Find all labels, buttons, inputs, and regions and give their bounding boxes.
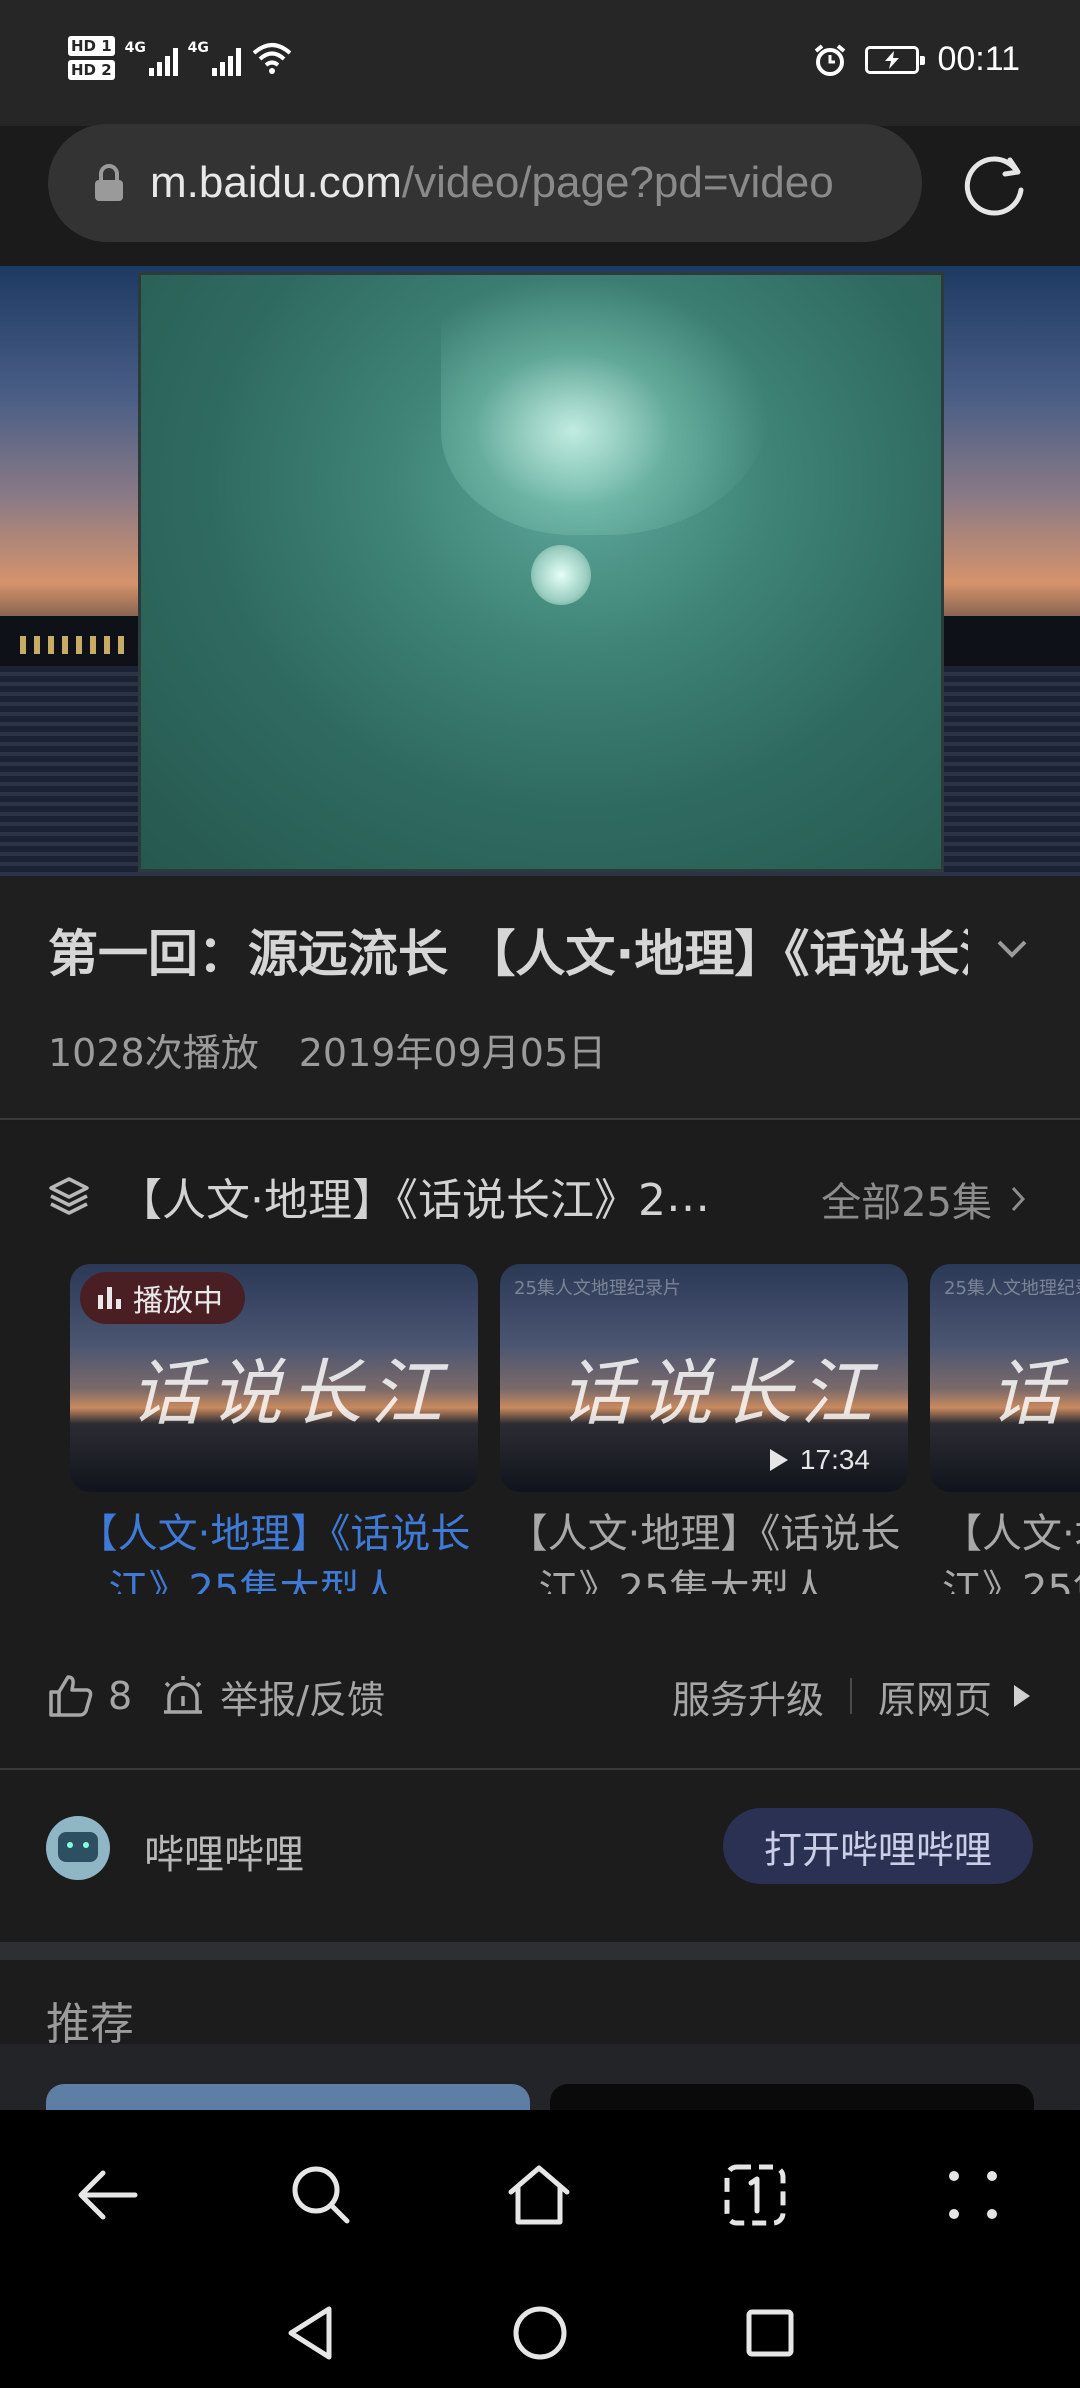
episode-card[interactable]: 25集人文地理纪录片 话说长江 17:34 【人文·地理】《话说长江》25集大型… <box>500 1264 908 1594</box>
signal-icon-2: 4G <box>188 40 241 76</box>
search-button[interactable] <box>276 2150 366 2240</box>
video-title[interactable]: 第一回：源远流长 【人文·地理】《话说长江》 <box>48 914 968 986</box>
sim2-label: HD 2 <box>68 60 115 80</box>
nav-back-button[interactable] <box>275 2298 345 2368</box>
tabs-button[interactable] <box>710 2150 800 2240</box>
all-episodes-link[interactable]: 全部25集 <box>821 1170 1026 1228</box>
more-menu-button[interactable] <box>928 2150 1018 2240</box>
source-row: 哔哩哔哩 打开哔哩哔哩 <box>0 1770 1080 1942</box>
episode-carousel[interactable]: 话说长江 播放中 【人文·地理】《话说长江》25集大型人… 25集人文地理纪录片… <box>70 1264 1080 1594</box>
separator <box>849 1678 852 1714</box>
triangle-back-icon <box>288 2306 332 2360</box>
chevron-down-icon[interactable] <box>996 938 1028 960</box>
section-gap <box>0 1942 1080 1960</box>
playlist-header: 【人文·地理】《话说长江》2… <box>48 1164 710 1228</box>
thumbnail-watermark: 话说长江 <box>130 1351 451 1435</box>
wifi-icon <box>252 43 291 74</box>
battery-icon <box>865 45 926 74</box>
browser-toolbar <box>0 2110 1080 2278</box>
episode-card[interactable]: 话说长江 播放中 【人文·地理】《话说长江》25集大型人… <box>70 1264 478 1594</box>
square-recents-icon <box>746 2309 794 2357</box>
clock: 00:11 <box>937 40 1020 78</box>
reload-icon[interactable] <box>960 150 1030 220</box>
status-bar: HD 1 HD 2 4G 4G 00:11 <box>0 0 1080 126</box>
open-bilibili-button[interactable]: 打开哔哩哔哩 <box>723 1808 1033 1884</box>
alarm-icon <box>815 43 846 76</box>
thumbnail-caption: 25集人文地理纪录片 <box>514 1278 681 1299</box>
video-info: 第一回：源远流长 【人文·地理】《话说长江》 1028次播放 2019年09月05… <box>0 876 1080 1120</box>
video-bg-lights <box>20 636 130 654</box>
more-dots-icon <box>949 2171 997 2219</box>
home-icon <box>508 2165 570 2225</box>
sim-indicators: HD 1 HD 2 <box>68 36 115 80</box>
video-splash <box>441 275 771 535</box>
url-text[interactable]: m.baidu.com/video/page?pd=video <box>150 158 870 208</box>
like-count: 8 <box>108 1674 133 1718</box>
play-icon <box>769 1449 788 1471</box>
episode-duration: 17:34 <box>768 1444 870 1476</box>
search-icon <box>292 2166 350 2224</box>
episode-thumbnail[interactable]: 话说长江 播放中 <box>70 1264 478 1492</box>
playlist-title-ellipsis: … <box>665 1170 710 1222</box>
episode-title[interactable]: 【人文·地理】《话说长江》25集大型人… <box>70 1506 478 1594</box>
now-playing-badge: 播放中 <box>80 1272 245 1324</box>
divider <box>0 1118 1080 1120</box>
network-type-1: 4G <box>124 40 146 56</box>
status-right: 00:11 <box>813 40 1020 79</box>
action-row: 8 举报/反馈 服务升级 原网页 <box>48 1660 1032 1732</box>
episode-title[interactable]: 【人文·地理】《话说长江》25集大型人… <box>500 1506 908 1594</box>
episode-thumbnail[interactable]: 25集人文地理纪录片 话说长江 17:34 <box>500 1264 908 1492</box>
video-player[interactable] <box>0 266 1080 876</box>
publish-date: 2019年09月05日 <box>298 1031 607 1075</box>
playlist-section: 【人文·地理】《话说长江》2… 全部25集 话说长江 播放中 【人文·地理】《话… <box>0 1122 1080 1770</box>
home-button[interactable] <box>494 2150 584 2240</box>
circle-home-icon <box>513 2306 567 2360</box>
play-count: 1028次播放 <box>48 1031 259 1075</box>
video-meta: 1028次播放 2019年09月05日 <box>48 1022 606 1077</box>
source-name[interactable]: 哔哩哔哩 <box>144 1822 304 1880</box>
service-upgrade-link[interactable]: 服务升级 <box>672 1669 824 1724</box>
network-type-2: 4G <box>187 40 209 56</box>
episode-thumbnail[interactable]: 25集人文地理纪录片 话说长江 <box>930 1264 1080 1492</box>
url-host: m.baidu.com <box>150 158 402 207</box>
equalizer-icon <box>98 1287 121 1309</box>
signal-icon: 4G <box>125 40 178 76</box>
now-playing-label: 播放中 <box>133 1284 223 1319</box>
thumbs-up-icon[interactable] <box>48 1674 94 1718</box>
playlist-title: 【人文·地理】《话说长江》2 <box>118 1175 666 1226</box>
duration-label: 17:34 <box>799 1444 870 1475</box>
chevron-right-icon <box>1011 1186 1026 1212</box>
report-feedback-link[interactable]: 举报/反馈 <box>220 1669 385 1724</box>
video-droplet <box>531 545 591 605</box>
video-frame <box>138 272 944 872</box>
original-page-link[interactable]: 原网页 <box>878 1669 1032 1724</box>
recommend-title: 推荐 <box>46 1999 134 2050</box>
play-arrow-icon <box>1014 1685 1030 1707</box>
action-right: 服务升级 原网页 <box>672 1669 1032 1724</box>
episode-title[interactable]: 【人文·地理】《话说长江》25集大型人… <box>930 1506 1080 1594</box>
nav-home-button[interactable] <box>505 2298 575 2368</box>
sim1-label: HD 1 <box>68 36 115 56</box>
alarm-report-icon[interactable] <box>160 1674 206 1718</box>
original-page-label: 原网页 <box>877 1677 992 1722</box>
tabs-icon <box>724 2164 786 2226</box>
lock-icon <box>95 164 123 201</box>
episode-card[interactable]: 25集人文地理纪录片 话说长江 【人文·地理】《话说长江》25集大型人… <box>930 1264 1080 1594</box>
bilibili-avatar[interactable] <box>46 1816 110 1880</box>
layers-icon <box>49 1177 89 1215</box>
address-bar[interactable]: m.baidu.com/video/page?pd=video <box>48 124 922 242</box>
thumbnail-watermark: 话说长江 <box>990 1351 1080 1435</box>
thumbnail-caption: 25集人文地理纪录片 <box>944 1278 1080 1299</box>
nav-recents-button[interactable] <box>735 2298 805 2368</box>
status-left: HD 1 HD 2 4G 4G <box>68 36 293 80</box>
url-path: /video/page?pd=video <box>401 158 834 207</box>
thumbnail-watermark: 话说长江 <box>560 1351 881 1435</box>
back-arrow-icon <box>78 2170 138 2220</box>
all-episodes-label: 全部25集 <box>821 1180 992 1226</box>
back-button[interactable] <box>62 2150 152 2240</box>
system-nav-bar <box>0 2278 1080 2388</box>
